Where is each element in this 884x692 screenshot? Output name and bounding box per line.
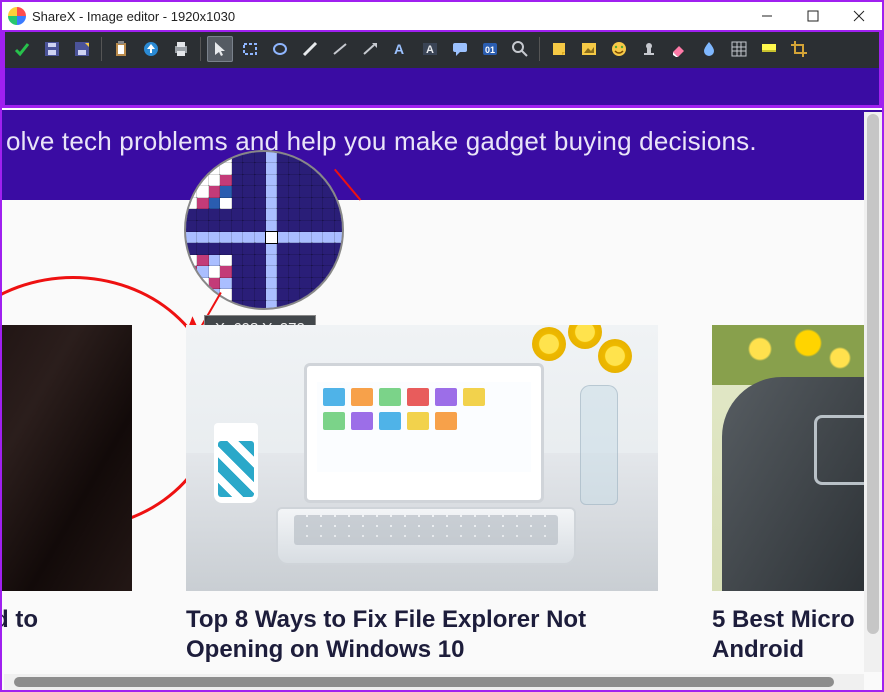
sticky-note-icon[interactable] bbox=[546, 36, 572, 62]
article-thumbnail bbox=[712, 325, 872, 591]
print-icon[interactable] bbox=[168, 36, 194, 62]
editor-canvas[interactable]: olve tech problems and help you make gad… bbox=[2, 110, 882, 690]
speech-bubble-icon[interactable] bbox=[447, 36, 473, 62]
svg-text:01: 01 bbox=[485, 45, 495, 55]
minimize-button[interactable] bbox=[744, 2, 790, 30]
window-controls bbox=[744, 2, 882, 30]
page-content: X: 698 Y: 272 Idroid to bbox=[2, 200, 882, 690]
article-thumbnail bbox=[186, 325, 658, 591]
image-insert-icon[interactable] bbox=[576, 36, 602, 62]
clipboard-icon[interactable] bbox=[108, 36, 134, 62]
article-card[interactable]: 5 Best Micro Android bbox=[712, 325, 872, 665]
magnify-tool-icon[interactable] bbox=[507, 36, 533, 62]
toolbar-area: A A 01 bbox=[2, 30, 882, 108]
emoji-icon[interactable] bbox=[606, 36, 632, 62]
toolbar-separator bbox=[101, 37, 102, 61]
pixel-magnifier bbox=[184, 150, 344, 310]
highlight-tool-icon[interactable] bbox=[756, 36, 782, 62]
article-title: Top 8 Ways to Fix File Explorer Not Open… bbox=[186, 605, 658, 665]
app-window: ShareX - Image editor - 1920x1030 A A 01 o… bbox=[0, 0, 884, 692]
pen-tool-icon[interactable] bbox=[297, 36, 323, 62]
titlebar: ShareX - Image editor - 1920x1030 bbox=[2, 2, 882, 30]
ellipse-tool-icon[interactable] bbox=[267, 36, 293, 62]
window-title: ShareX - Image editor - 1920x1030 bbox=[32, 9, 235, 24]
article-card[interactable]: Idroid to bbox=[2, 325, 132, 665]
eraser-icon[interactable] bbox=[666, 36, 692, 62]
svg-text:A: A bbox=[426, 44, 434, 56]
maximize-button[interactable] bbox=[790, 2, 836, 30]
pixelate-tool-icon[interactable] bbox=[726, 36, 752, 62]
rectangle-select-icon[interactable] bbox=[237, 36, 263, 62]
upload-icon[interactable] bbox=[138, 36, 164, 62]
article-thumbnail bbox=[2, 325, 132, 591]
crop-tool-icon[interactable] bbox=[786, 36, 812, 62]
line-tool-icon[interactable] bbox=[327, 36, 353, 62]
text-box-tool-icon[interactable]: A bbox=[417, 36, 443, 62]
blur-tool-icon[interactable] bbox=[696, 36, 722, 62]
app-icon bbox=[8, 7, 26, 25]
article-title: Idroid to bbox=[2, 605, 132, 635]
article-title: 5 Best Micro Android bbox=[712, 605, 872, 665]
horizontal-scroll-thumb[interactable] bbox=[14, 677, 834, 687]
horizontal-scrollbar[interactable] bbox=[4, 674, 864, 690]
cursor-tool-icon[interactable] bbox=[207, 36, 233, 62]
vertical-scrollbar[interactable] bbox=[864, 112, 882, 672]
article-cards-row: Idroid to bbox=[2, 325, 882, 665]
confirm-icon[interactable] bbox=[9, 36, 35, 62]
toolbar-separator bbox=[539, 37, 540, 61]
vertical-scroll-thumb[interactable] bbox=[867, 114, 879, 634]
page-banner-text: olve tech problems and help you make gad… bbox=[2, 110, 882, 200]
close-button[interactable] bbox=[836, 2, 882, 30]
counter-tool-icon[interactable]: 01 bbox=[477, 36, 503, 62]
arrow-tool-icon[interactable] bbox=[357, 36, 383, 62]
stamp-icon[interactable] bbox=[636, 36, 662, 62]
text-tool-icon[interactable]: A bbox=[387, 36, 413, 62]
toolbar: A A 01 bbox=[5, 32, 879, 66]
toolbar-options-strip bbox=[5, 68, 879, 105]
toolbar-separator bbox=[200, 37, 201, 61]
svg-text:A: A bbox=[394, 41, 404, 57]
save-as-icon[interactable] bbox=[69, 36, 95, 62]
article-card[interactable]: Top 8 Ways to Fix File Explorer Not Open… bbox=[186, 325, 658, 665]
save-icon[interactable] bbox=[39, 36, 65, 62]
